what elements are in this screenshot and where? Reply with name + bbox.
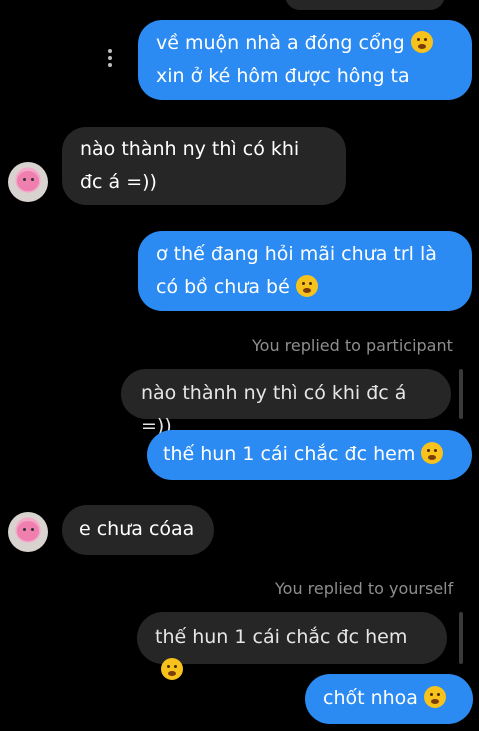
reply-context-label: You replied to yourself <box>275 579 454 598</box>
quoted-message-text: nào thành ny thì có khi đc á =)) <box>141 382 407 437</box>
message-text-line: thế hun 1 cái chắc đc hem <box>163 443 416 465</box>
outgoing-message-bubble[interactable]: thế hun 1 cái chắc đc hem <box>147 430 472 480</box>
message-text-line: nào thành ny thì có khi <box>80 138 300 160</box>
incoming-message-bubble[interactable]: e chưa cóaa <box>62 505 214 555</box>
kissing-face-emoji <box>423 686 446 708</box>
rolling-laughing-emoji <box>295 275 318 297</box>
message-text-line: về muộn nhà a đóng cổng <box>156 32 405 54</box>
participant-avatar[interactable] <box>8 512 48 552</box>
quoted-message-bubble[interactable]: nào thành ny thì có khi đc á =)) <box>121 369 451 437</box>
flushed-face-emoji <box>161 658 183 680</box>
incoming-message-bubble[interactable]: nào thành ny thì có khi đc á =)) <box>62 127 346 205</box>
smiling-face-emoji <box>410 31 433 53</box>
more-options-icon[interactable] <box>106 49 114 71</box>
message-text-line: có bồ chưa bé <box>156 276 290 298</box>
quoted-message-bubble[interactable]: thế hun 1 cái chắc đc hem <box>137 612 447 680</box>
message-text-line: ơ thế đang hỏi mãi chưa trl là <box>156 243 437 265</box>
flushed-face-emoji <box>421 442 444 464</box>
message-text-line: xin ở ké hôm được hông ta <box>156 65 410 87</box>
participant-avatar[interactable] <box>8 162 48 202</box>
message-text-line: đc á =)) <box>80 171 157 193</box>
message-text-line: e chưa cóaa <box>79 518 195 540</box>
message-text-line: chốt nhoa <box>323 687 418 709</box>
outgoing-message-bubble[interactable]: chốt nhoa <box>305 674 473 724</box>
outgoing-message-bubble[interactable]: về muộn nhà a đóng cổng xin ở ké hôm đượ… <box>138 20 472 100</box>
reply-context-label: You replied to participant <box>252 336 453 355</box>
partial-message-bubble <box>285 0 445 10</box>
outgoing-message-bubble[interactable]: ơ thế đang hỏi mãi chưa trl là có bồ chư… <box>138 231 472 311</box>
reply-indicator-bar <box>459 612 463 664</box>
reply-indicator-bar <box>459 369 463 419</box>
quoted-message-text: thế hun 1 cái chắc đc hem <box>155 626 408 648</box>
